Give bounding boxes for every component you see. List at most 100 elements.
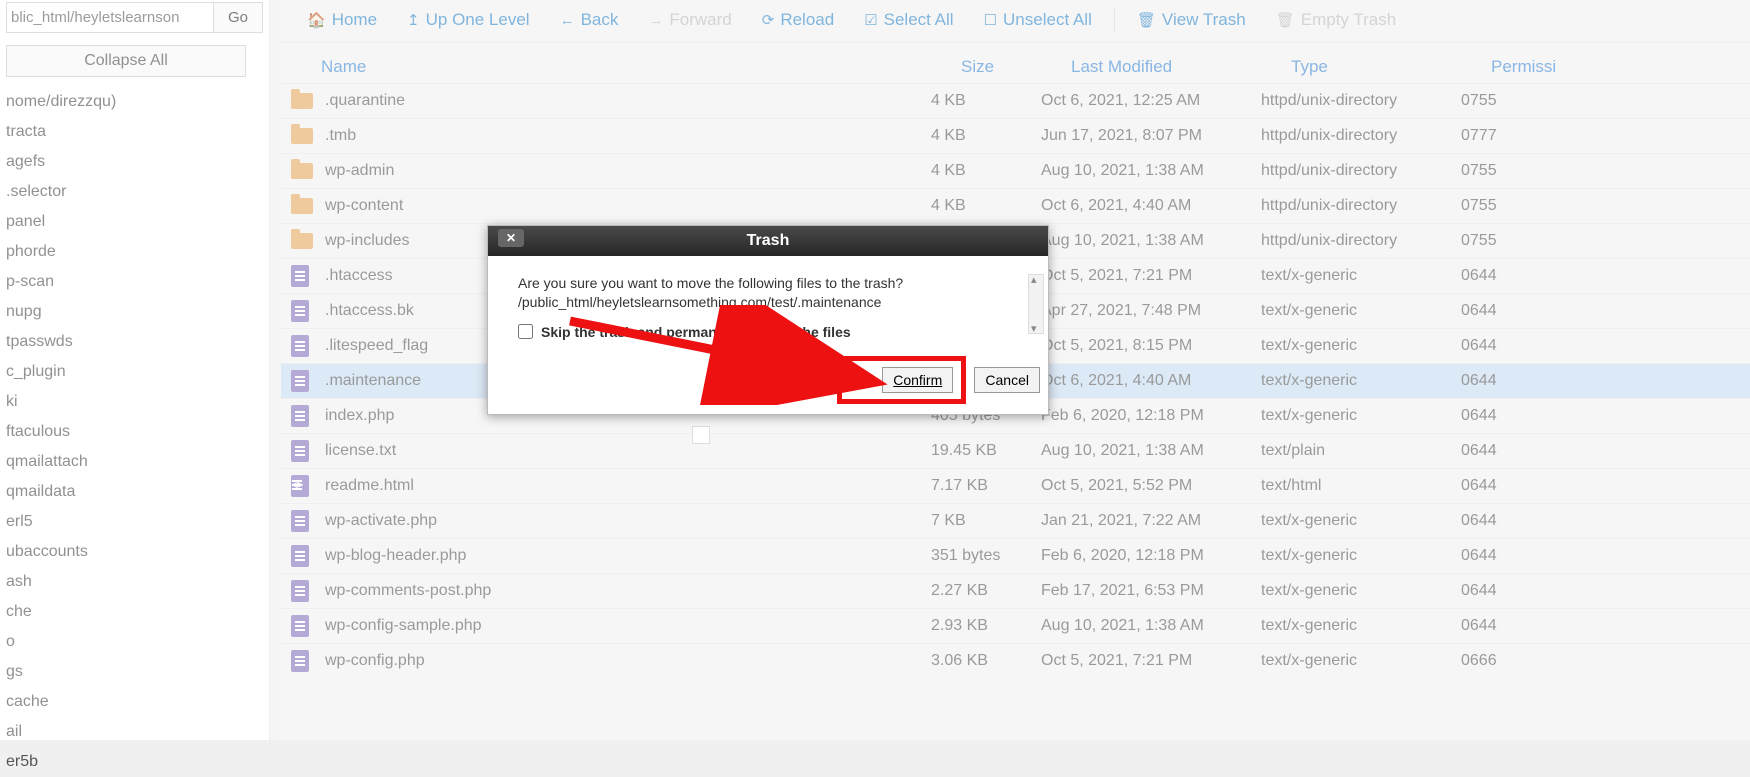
- dialog-title-bar: ✕ Trash: [488, 226, 1048, 256]
- select-all-button[interactable]: ☑Select All: [854, 6, 963, 34]
- reload-button[interactable]: ⟳Reload: [752, 6, 844, 34]
- col-permissions[interactable]: Permissi: [1491, 57, 1571, 77]
- skip-trash-option[interactable]: Skip the trash and permanently delete th…: [518, 324, 1028, 340]
- code-icon: [291, 475, 315, 497]
- file-icon: [291, 545, 315, 567]
- cancel-button[interactable]: Cancel: [974, 367, 1040, 393]
- unselect-all-button[interactable]: ☐Unselect All: [974, 6, 1102, 34]
- tree-item[interactable]: o: [6, 627, 263, 657]
- tree-item[interactable]: er5b: [6, 747, 263, 777]
- tree-item[interactable]: ash: [6, 567, 263, 597]
- col-modified[interactable]: Last Modified: [1071, 57, 1291, 77]
- tree-item[interactable]: nupg: [6, 297, 263, 327]
- folder-icon: [291, 90, 315, 112]
- confirm-button[interactable]: Confirm: [882, 367, 953, 393]
- view-trash-button[interactable]: 🗑View Trash: [1127, 6, 1256, 34]
- file-modified: Feb 6, 2020, 12:18 PM: [1041, 547, 1261, 565]
- file-row[interactable]: wp-config.php3.06 KBOct 5, 2021, 7:21 PM…: [281, 643, 1750, 678]
- file-modified: Feb 17, 2021, 6:53 PM: [1041, 582, 1261, 600]
- path-box: Go: [6, 2, 263, 33]
- skip-trash-checkbox[interactable]: [518, 324, 533, 339]
- col-size[interactable]: Size: [961, 57, 1071, 77]
- file-type: httpd/unix-directory: [1261, 127, 1461, 145]
- up-one-level-button[interactable]: ↥Up One Level: [397, 6, 540, 34]
- file-modified: Oct 6, 2021, 4:40 AM: [1041, 197, 1261, 215]
- file-icon: [291, 440, 315, 462]
- tree-item[interactable]: phorde: [6, 237, 263, 267]
- file-row[interactable]: wp-config-sample.php2.93 KBAug 10, 2021,…: [281, 608, 1750, 643]
- file-type: httpd/unix-directory: [1261, 92, 1461, 110]
- uncheck-icon: ☐: [984, 13, 997, 28]
- tree-item[interactable]: ail: [6, 717, 263, 747]
- tree-item[interactable]: ubaccounts: [6, 537, 263, 567]
- file-row[interactable]: wp-activate.php7 KBJan 21, 2021, 7:22 AM…: [281, 503, 1750, 538]
- file-row[interactable]: license.txt19.45 KBAug 10, 2021, 1:38 AM…: [281, 433, 1750, 468]
- tree-item[interactable]: .selector: [6, 177, 263, 207]
- tree-item[interactable]: gs: [6, 657, 263, 687]
- tree-item[interactable]: p-scan: [6, 267, 263, 297]
- file-modified: Oct 5, 2021, 7:21 PM: [1041, 652, 1261, 670]
- forward-button: →Forward: [638, 6, 741, 34]
- col-name[interactable]: Name: [321, 57, 961, 77]
- close-icon[interactable]: ✕: [498, 229, 524, 247]
- file-icon: [291, 265, 315, 287]
- go-button[interactable]: Go: [213, 3, 262, 32]
- folder-icon: [291, 160, 315, 182]
- check-icon: ☑: [864, 13, 877, 28]
- reload-icon: ⟳: [762, 13, 775, 28]
- file-type: text/x-generic: [1261, 372, 1461, 390]
- tree-item[interactable]: che: [6, 597, 263, 627]
- tree-item[interactable]: agefs: [6, 147, 263, 177]
- tree-item[interactable]: qmailattach: [6, 447, 263, 477]
- file-row[interactable]: readme.html7.17 KBOct 5, 2021, 5:52 PMte…: [281, 468, 1750, 503]
- file-type: text/x-generic: [1261, 407, 1461, 425]
- file-permissions: 0755: [1461, 162, 1541, 180]
- file-row[interactable]: wp-blog-header.php351 bytesFeb 6, 2020, …: [281, 538, 1750, 573]
- col-type[interactable]: Type: [1291, 57, 1491, 77]
- sidebar: Go Collapse All nome/direzzqu)tractaagef…: [0, 0, 270, 740]
- dialog-message-2: /public_html/heyletslearnsomething.com/t…: [518, 293, 1028, 312]
- tree-item[interactable]: erl5: [6, 507, 263, 537]
- tree-item[interactable]: cache: [6, 687, 263, 717]
- toolbar: 🏠Home ↥Up One Level ←Back →Forward ⟳Relo…: [281, 0, 1750, 43]
- file-size: 4 KB: [931, 197, 1041, 215]
- tree-item[interactable]: ftaculous: [6, 417, 263, 447]
- file-row[interactable]: .quarantine4 KBOct 6, 2021, 12:25 AMhttp…: [281, 83, 1750, 118]
- back-button[interactable]: ←Back: [550, 6, 629, 34]
- tree-item[interactable]: panel: [6, 207, 263, 237]
- tree-item[interactable]: nome/direzzqu): [6, 87, 263, 117]
- file-permissions: 0755: [1461, 232, 1541, 250]
- file-type: text/x-generic: [1261, 267, 1461, 285]
- file-row[interactable]: wp-content4 KBOct 6, 2021, 4:40 AMhttpd/…: [281, 188, 1750, 223]
- file-permissions: 0755: [1461, 92, 1541, 110]
- tree-item[interactable]: tracta: [6, 117, 263, 147]
- file-permissions: 0644: [1461, 547, 1541, 565]
- file-icon: [291, 650, 315, 672]
- file-icon: [291, 300, 315, 322]
- file-permissions: 0644: [1461, 442, 1541, 460]
- file-row[interactable]: wp-comments-post.php2.27 KBFeb 17, 2021,…: [281, 573, 1750, 608]
- trash-icon: 🗑: [1137, 13, 1156, 28]
- file-permissions: 0644: [1461, 337, 1541, 355]
- file-type: text/x-generic: [1261, 652, 1461, 670]
- tree-item[interactable]: c_plugin: [6, 357, 263, 387]
- file-type: text/x-generic: [1261, 302, 1461, 320]
- file-row[interactable]: wp-admin4 KBAug 10, 2021, 1:38 AMhttpd/u…: [281, 153, 1750, 188]
- file-size: 351 bytes: [931, 547, 1041, 565]
- folder-icon: [291, 125, 315, 147]
- file-modified: Aug 10, 2021, 1:38 AM: [1041, 162, 1261, 180]
- home-button[interactable]: 🏠Home: [297, 6, 387, 34]
- file-permissions: 0644: [1461, 477, 1541, 495]
- file-name: .tmb: [325, 127, 356, 145]
- collapse-all-button[interactable]: Collapse All: [6, 45, 246, 77]
- tree-item[interactable]: tpasswds: [6, 327, 263, 357]
- file-row[interactable]: .tmb4 KBJun 17, 2021, 8:07 PMhttpd/unix-…: [281, 118, 1750, 153]
- tree-item[interactable]: ki: [6, 387, 263, 417]
- dialog-scrollbar[interactable]: [1028, 274, 1044, 334]
- path-input[interactable]: [7, 3, 213, 32]
- tree-item[interactable]: qmaildata: [6, 477, 263, 507]
- file-size: 2.27 KB: [931, 582, 1041, 600]
- dialog-body: Are you sure you want to move the follow…: [488, 256, 1048, 348]
- file-size: 19.45 KB: [931, 442, 1041, 460]
- file-name: index.php: [325, 407, 394, 425]
